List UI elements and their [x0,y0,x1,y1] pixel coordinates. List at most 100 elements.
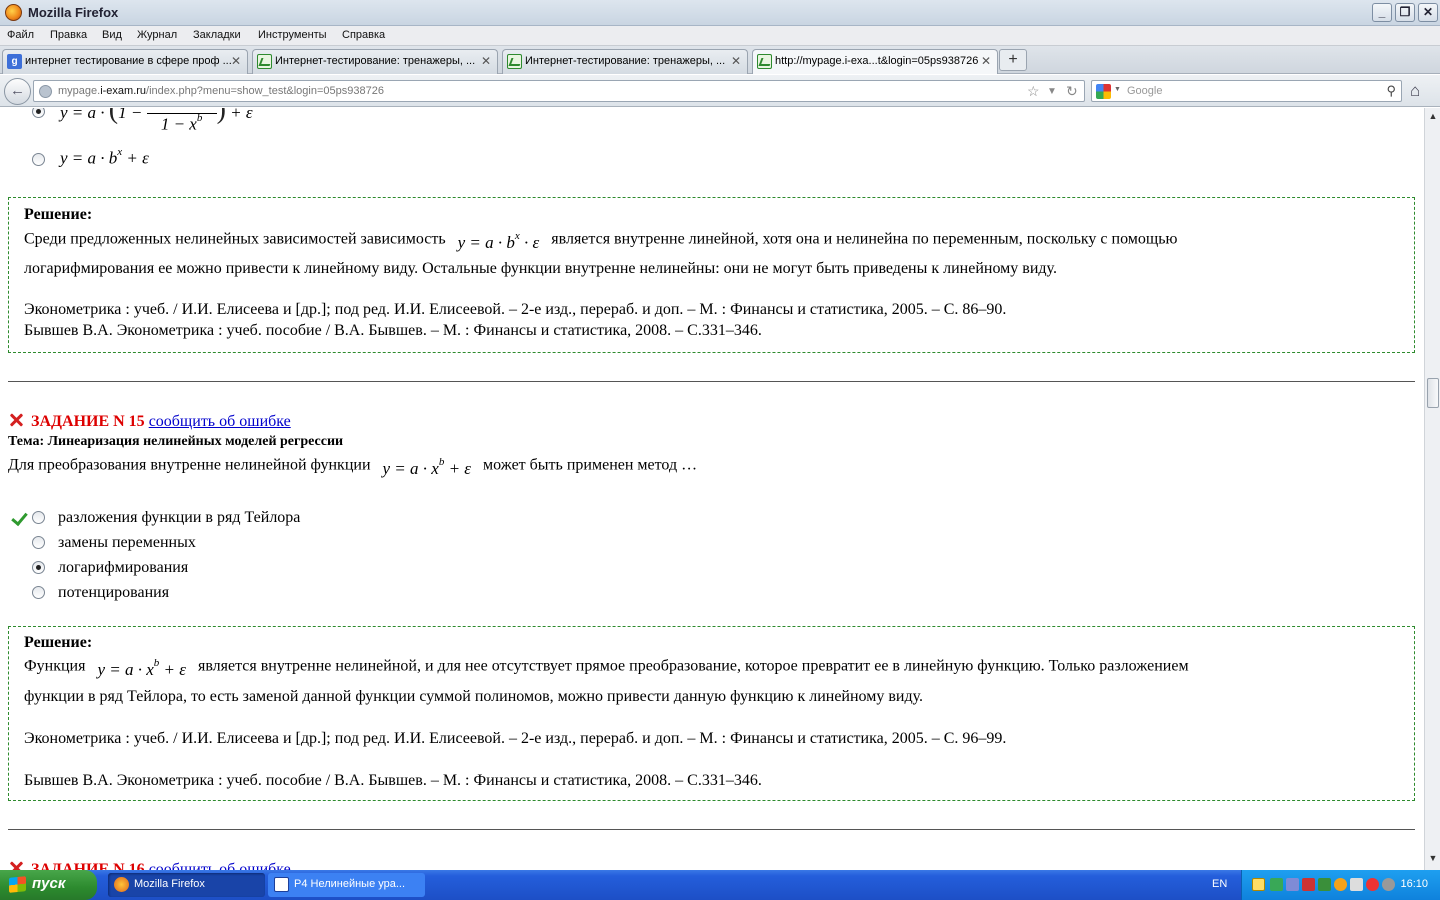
tray-update-icon[interactable] [1318,878,1331,891]
minimize-button[interactable]: _ [1372,3,1392,22]
menu-help[interactable]: Справка [342,29,385,41]
clock[interactable]: 16:10 [1400,878,1428,890]
tab-label: http://mypage.i-exa...t&login=05ps938726 [775,55,979,67]
tray-volume-icon[interactable] [1350,878,1363,891]
url-bar[interactable]: mypage.i-exam.ru/index.php?menu=show_tes… [33,80,1085,102]
new-tab-button[interactable]: + [999,49,1027,71]
tab-close-icon[interactable]: ✕ [981,54,991,68]
solution-text-line1: Среди предложенных нелинейных зависимост… [24,230,1178,252]
navigation-toolbar: ← mypage.i-exam.ru/index.php?menu=show_t… [0,75,1440,107]
solution-formula: y = a · bx · ε [457,230,540,252]
home-icon[interactable]: ⌂ [1410,81,1420,101]
engine-dropdown-icon[interactable]: ▼ [1114,86,1121,93]
solution-reference-2: Бывшев В.А. Эконометрика : учеб. пособие… [24,772,762,789]
option-4-label[interactable]: потенцирования [58,584,169,602]
task-divider [8,381,1415,382]
back-button[interactable]: ← [4,78,31,105]
tab-label: Интернет-тестирование: тренажеры, ... [275,55,476,67]
option-2-label[interactable]: замены переменных [58,534,196,552]
menu-view[interactable]: Вид [102,29,122,41]
task-divider [8,829,1415,830]
tray-network-icon[interactable] [1270,878,1283,891]
wrong-answer-icon [9,861,23,870]
task-16-header: ЗАДАНИЕ N 16 сообщить об ошибке [31,861,291,870]
google-favicon-icon: g [7,54,22,69]
page-content: y = a · (1 − 1 − xb) + ε y = a · bx + ε … [0,108,1424,870]
menu-history[interactable]: Журнал [137,29,177,41]
option-1-label[interactable]: разложения функции в ряд Тейлора [58,509,300,527]
prev-option-a-radio[interactable] [32,108,45,118]
word-document-icon [274,877,289,892]
task-15-title: ЗАДАНИЕ N 15 [31,413,145,430]
option-1-radio[interactable] [32,511,45,524]
tray-antivirus-icon[interactable] [1302,878,1315,891]
tab-close-icon[interactable]: ✕ [731,54,741,68]
maximize-button[interactable]: ❐ [1395,3,1415,22]
menu-edit[interactable]: Правка [50,29,87,41]
tab-label: интернет тестирование в сфере проф ... [25,55,232,67]
tray-settings-icon[interactable] [1382,878,1395,891]
tray-messenger-icon[interactable] [1252,878,1265,891]
scroll-up-icon[interactable]: ▲ [1427,111,1439,125]
solution-heading: Решение: [24,634,93,651]
tab-close-icon[interactable]: ✕ [231,54,241,68]
search-icon[interactable]: ⚲ [1386,83,1396,99]
i-exam-favicon-icon [507,54,522,69]
bookmark-star-icon[interactable]: ☆ [1027,83,1040,100]
menu-bookmarks[interactable]: Закладки [193,29,241,41]
taskbar-item-word-document[interactable]: P4 Нелинейные ура... [268,873,425,897]
report-error-link[interactable]: сообщить об ошибке [149,413,291,430]
tray-shield-icon[interactable] [1286,878,1299,891]
windows-logo-icon [9,876,26,893]
windows-taskbar: пуск Mozilla Firefox P4 Нелинейные ура..… [0,870,1440,900]
option-4-radio[interactable] [32,586,45,599]
option-2-radio[interactable] [32,536,45,549]
task-16-title: ЗАДАНИЕ N 16 [31,861,145,870]
tray-firefox-icon[interactable] [1334,878,1347,891]
scroll-down-icon[interactable]: ▼ [1427,853,1439,867]
solution-text-line2: функции в ряд Тейлора, то есть заменой д… [24,688,924,705]
tab-internet-testing-1[interactable]: Интернет-тестирование: тренажеры, ... ✕ [252,49,498,74]
option-3-radio[interactable] [32,561,45,574]
window-title: Mozilla Firefox [28,5,119,20]
menu-file[interactable]: Файл [7,29,34,41]
wrong-answer-icon [9,413,23,427]
correct-answer-icon [12,512,28,524]
search-bar[interactable]: ▼ Google ⚲ [1091,80,1402,102]
search-placeholder: Google [1127,85,1163,97]
report-error-link[interactable]: сообщить об ошибке [149,861,291,870]
firefox-icon [114,877,129,892]
vertical-scrollbar[interactable]: ▲ ▼ [1424,108,1440,870]
option-3-label[interactable]: логарифмирования [58,559,188,577]
scrollbar-thumb[interactable] [1427,378,1439,408]
prev-option-a-formula: y = a · (1 − 1 − xb) + ε [60,108,253,134]
tab-active-test[interactable]: http://mypage.i-exa...t&login=05ps938726… [752,49,998,74]
url-text[interactable]: mypage.i-exam.ru/index.php?menu=show_tes… [58,85,384,97]
tab-google-search[interactable]: g интернет тестирование в сфере проф ...… [2,49,248,74]
prev-option-b-formula: y = a · bx + ε [60,146,149,168]
task-15-topic: Тема: Линеаризация нелинейных моделей ре… [8,434,344,449]
solution-reference-1: Эконометрика : учеб. / И.И. Елисеева и [… [24,730,1007,747]
solution-text-line1: Функция y = a · xb + ε является внутренн… [24,657,1189,679]
solution-text-line2: логарифмирования ее можно привести к лин… [24,260,1057,277]
menu-bar: Файл Правка Вид Журнал Закладки Инструме… [0,26,1440,46]
reload-icon[interactable]: ↻ [1066,83,1078,100]
close-window-button[interactable]: ✕ [1418,3,1438,22]
tab-close-icon[interactable]: ✕ [481,54,491,68]
i-exam-favicon-icon [757,54,772,69]
prev-option-b-radio[interactable] [32,153,45,166]
start-button[interactable]: пуск [0,870,97,900]
tab-internet-testing-2[interactable]: Интернет-тестирование: тренажеры, ... ✕ [502,49,748,74]
google-engine-icon[interactable] [1096,84,1111,99]
taskbar-item-firefox[interactable]: Mozilla Firefox [108,873,265,897]
solution-reference-2: Бывшев В.А. Эконометрика : учеб. пособие… [24,322,762,339]
i-exam-favicon-icon [257,54,272,69]
history-dropdown-icon[interactable]: ▼ [1047,86,1057,97]
menu-tools[interactable]: Инструменты [258,29,327,41]
tab-label: Интернет-тестирование: тренажеры, ... [525,55,726,67]
tab-bar: g интернет тестирование в сфере проф ...… [0,46,1440,74]
language-indicator[interactable]: EN [1212,878,1227,890]
window-titlebar: Mozilla Firefox _ ❐ ✕ [0,0,1440,26]
task-15-header: ЗАДАНИЕ N 15 сообщить об ошибке [31,413,291,431]
tray-opera-icon[interactable] [1366,878,1379,891]
